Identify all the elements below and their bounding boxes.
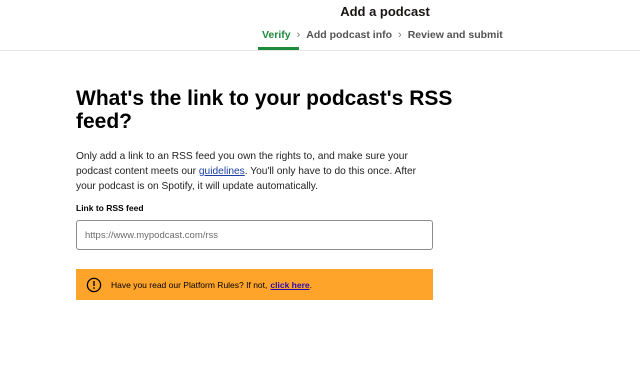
rss-heading: What's the link to your podcast's RSS fe… bbox=[76, 87, 453, 133]
guidelines-link[interactable]: guidelines bbox=[199, 166, 245, 177]
platform-rules-notice: Have you read our Platform Rules? If not… bbox=[76, 269, 433, 300]
click-here-link[interactable]: click here bbox=[270, 280, 309, 290]
step-review-and-submit[interactable]: Review and submit bbox=[408, 29, 503, 41]
active-step-indicator bbox=[258, 47, 299, 50]
notice-suffix: . bbox=[309, 279, 312, 290]
chevron-right-icon: › bbox=[398, 29, 402, 41]
step-add-podcast-info[interactable]: Add podcast info bbox=[306, 29, 392, 41]
top-bar: Add a podcast Verify › Add podcast info … bbox=[0, 0, 640, 51]
page-title: Add a podcast bbox=[340, 4, 430, 19]
notice-text: Have you read our Platform Rules? If not… bbox=[111, 279, 268, 290]
warning-circle-icon bbox=[86, 277, 102, 292]
step-verify[interactable]: Verify bbox=[262, 29, 291, 41]
stepper: Verify › Add podcast info › Review and s… bbox=[262, 29, 503, 41]
chevron-right-icon: › bbox=[296, 29, 301, 41]
rss-field-label: Link to RSS feed bbox=[76, 203, 144, 213]
rss-url-input[interactable] bbox=[76, 220, 433, 250]
rss-description: Only add a link to an RSS feed you own t… bbox=[76, 149, 436, 194]
